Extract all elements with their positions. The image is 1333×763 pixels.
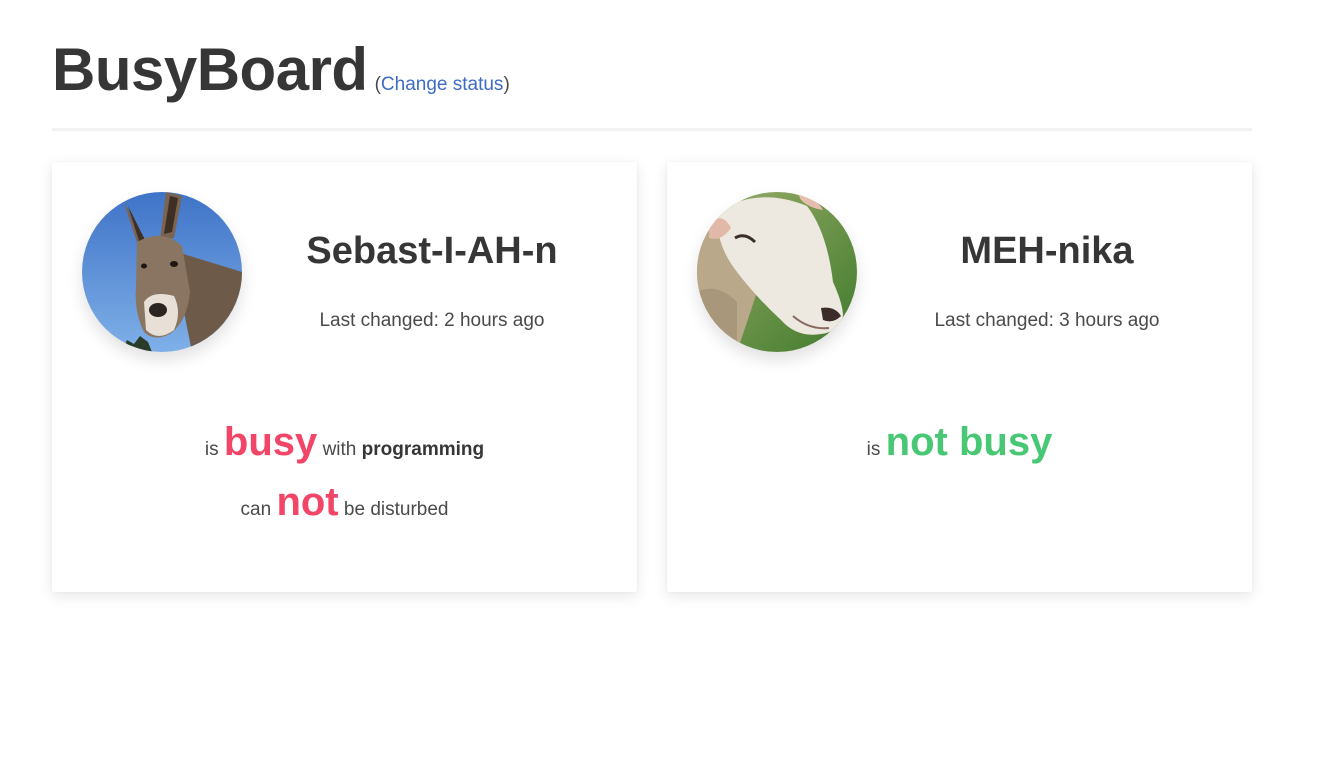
last-changed-text: Last changed: 2 hours ago — [319, 310, 545, 331]
with-word: with — [322, 439, 357, 460]
change-status-link[interactable]: Change status — [381, 74, 504, 95]
sheep-avatar — [697, 192, 857, 352]
disturb-line: can not be disturbed — [52, 480, 637, 525]
person-name: MEH-nika — [960, 230, 1134, 272]
page-header: BusyBoard (Change status) — [52, 30, 1252, 110]
can-word: can — [240, 499, 272, 520]
is-word: is — [866, 439, 881, 460]
is-word: is — [204, 439, 219, 460]
header-divider — [52, 128, 1252, 131]
donkey-avatar — [82, 192, 242, 352]
person-card-menika: MEH-nika Last changed: 3 hours ago is no… — [667, 162, 1252, 592]
paren-close: ) — [503, 74, 510, 95]
not-busy-status-badge: not busy — [885, 420, 1053, 464]
status-line: is not busy — [667, 420, 1252, 465]
person-name: Sebast-I-AH-n — [306, 230, 558, 272]
change-status-wrapper: (Change status) — [375, 74, 510, 96]
disturb-suffix: be disturbed — [343, 499, 449, 520]
page-title: BusyBoard — [52, 36, 368, 103]
person-card-sebastian: Sebast-I-AH-n Last changed: 2 hours ago … — [52, 162, 637, 592]
status-line: is busy with programming — [52, 420, 637, 465]
last-changed-text: Last changed: 3 hours ago — [934, 310, 1160, 331]
donkey-icon — [82, 192, 242, 352]
disturb-status-badge: not — [276, 480, 339, 524]
sheep-icon — [697, 192, 857, 352]
activity-text: programming — [361, 439, 485, 460]
busy-status-badge: busy — [223, 420, 318, 464]
busyboard-page: BusyBoard (Change status) Sebast-I-AH-n … — [0, 0, 1333, 763]
